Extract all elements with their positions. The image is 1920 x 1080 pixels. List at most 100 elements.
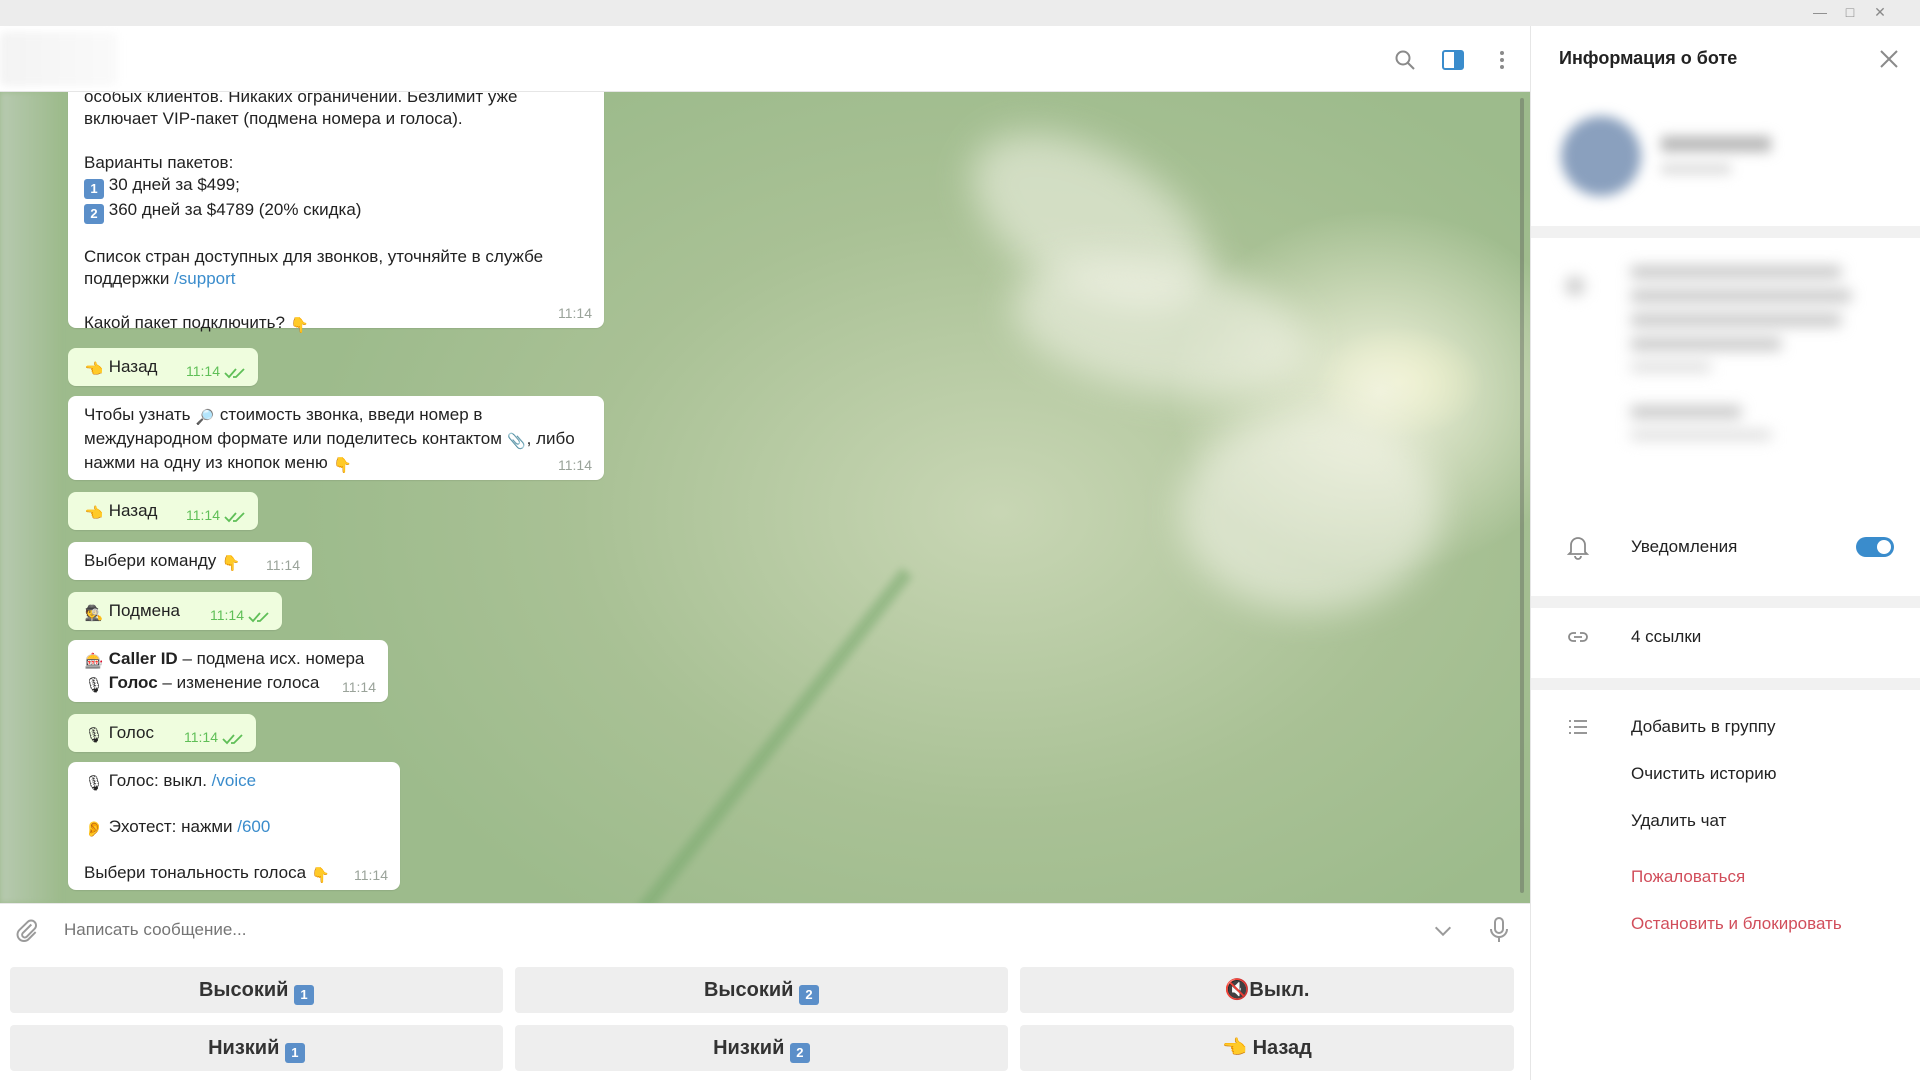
pointing-down-icon: 👇 [290,317,309,334]
chat-header [0,26,1530,92]
message-text: – подмена исх. номера [177,649,365,668]
clear-history-item[interactable]: Очистить историю [1631,764,1776,784]
microphone-icon[interactable] [1488,916,1510,944]
chat-scrollbar[interactable] [1520,98,1524,893]
list-icon [1569,720,1587,734]
low-2-button[interactable]: Низкий 2 [515,1025,1008,1071]
message-text: Голос [108,673,158,692]
message-text: 360 дней за $4789 (20% скидка) [108,200,362,219]
message-text: Список стран доступных для звонков, уточ… [84,247,544,266]
outgoing-message: 🎙 Голос 11:14 [68,714,256,752]
shared-links-item[interactable]: 4 ссылки [1631,627,1701,647]
maximize-button[interactable]: □ [1842,4,1858,20]
microphone-icon: 🎙 [84,727,104,744]
chevron-down-icon[interactable] [1432,920,1454,942]
button-label: Низкий [208,1037,285,1059]
panel-separator [1531,678,1920,690]
keycap-number-icon: 2 [789,1043,810,1063]
message-composer [0,903,1530,955]
button-label: Низкий [713,1037,790,1059]
message-text: , либо [526,429,575,448]
support-command-link[interactable]: /support [174,269,235,288]
pointing-left-icon: 👈 [84,505,104,522]
message-text: нажми на одну из кнопок меню [84,453,333,472]
high-2-button[interactable]: Высокий 2 [515,967,1008,1013]
message-time: 11:14 [184,729,218,745]
close-icon[interactable] [1878,48,1900,70]
stop-and-block-item[interactable]: Остановить и блокировать [1631,914,1842,934]
message-text: 30 дней за $499; [108,175,240,194]
more-vertical-icon[interactable] [1490,48,1514,72]
bot-info-panel: Информация о боте Уведомления 4 ссылки Д… [1530,26,1920,1080]
bot-description-blurred [1551,256,1881,496]
message-time: 11:14 [342,679,376,695]
add-to-group-item[interactable]: Добавить в группу [1631,717,1775,737]
pointing-left-icon: 👈 [1222,1037,1248,1059]
button-label: Высокий [198,979,295,1001]
bell-icon [1566,537,1590,560]
message-time: 11:14 [558,305,592,321]
outgoing-message: 👈 Назад 11:14 [68,348,258,386]
button-label: Назад [1247,1037,1312,1059]
incoming-message: Выбери команду 👇 11:14 [68,542,312,580]
message-text: стоимость звонка, введи номер в [215,405,483,424]
detective-icon: 🕵 [84,605,104,622]
panel-separator [1531,226,1920,238]
pointing-left-icon: 👈 [84,361,104,378]
message-text: Подмена [108,601,180,620]
bot-keyboard: Высокий 1 Высокий 2 🔇Выкл. Низкий 1 Низк… [0,955,1530,1080]
off-button[interactable]: 🔇Выкл. [1020,967,1514,1013]
message-text: Назад [108,357,158,376]
pointing-down-icon: 👇 [333,457,352,474]
message-text: Назад [108,501,158,520]
pointing-down-icon: 👇 [311,867,331,884]
minimize-button[interactable]: — [1812,4,1828,20]
pointing-down-icon: 👇 [221,555,241,572]
slot-machine-icon: 🎰 [84,653,104,670]
double-check-icon [248,612,269,623]
message-text: – изменение голоса [157,673,320,692]
message-text: Выбери команду [84,551,221,570]
message-text: Эхотест: нажми [108,817,238,836]
message-text: Чтобы узнать [84,405,196,424]
search-icon[interactable] [1393,48,1417,72]
message-time: 11:14 [186,363,220,379]
keycap-number-icon: 1 [84,179,104,199]
message-text: Варианты пакетов: [84,153,234,172]
message-time: 11:14 [558,457,592,473]
message-text: особых клиентов. Никаких ограничений. Бе… [84,92,518,106]
mute-icon: 🔇 [1224,979,1250,1001]
panel-title: Информация о боте [1559,48,1738,68]
button-label: Выкл. [1249,979,1310,1001]
message-input[interactable] [64,918,1364,942]
incoming-message: 🎰 Caller ID – подмена исх. номера 🎙 Голо… [68,640,388,702]
double-check-icon [224,368,245,379]
keycap-number-icon: 1 [284,1043,305,1063]
notifications-label: Уведомления [1631,537,1738,556]
back-button[interactable]: 👈 Назад [1020,1025,1514,1071]
echotest-command-link[interactable]: /600 [237,817,270,836]
chat-title-blurred[interactable] [0,32,118,86]
incoming-message: 🎙 Голос: выкл. /voice 👂 Эхотест: нажми /… [68,762,400,890]
voice-command-link[interactable]: /voice [212,771,256,790]
background-stem [581,567,913,903]
microphone-icon: 🎙 [84,775,104,792]
delete-chat-item[interactable]: Удалить чат [1631,811,1726,831]
close-window-button[interactable]: ✕ [1872,4,1888,20]
notifications-toggle[interactable] [1856,537,1894,557]
message-text: Caller ID [108,649,178,668]
high-1-button[interactable]: Высокий 1 [10,967,503,1013]
message-time: 11:14 [186,507,220,523]
message-text: поддержки [84,269,175,288]
incoming-message: Чтобы узнать 🔎 стоимость звонка, введи н… [68,396,604,480]
message-time: 11:14 [266,557,300,573]
outgoing-message: 🕵 Подмена 11:14 [68,592,282,630]
incoming-message: особых клиентов. Никаких ограничений. Бе… [68,92,604,334]
report-item[interactable]: Пожаловаться [1631,867,1745,887]
message-time: 11:14 [354,867,388,883]
sidebar-toggle-icon[interactable] [1441,48,1465,72]
attach-icon[interactable] [14,918,40,944]
low-1-button[interactable]: Низкий 1 [10,1025,503,1071]
chat-messages-area[interactable]: особых клиентов. Никаких ограничений. Бе… [0,92,1530,903]
keycap-number-icon: 2 [84,204,104,224]
